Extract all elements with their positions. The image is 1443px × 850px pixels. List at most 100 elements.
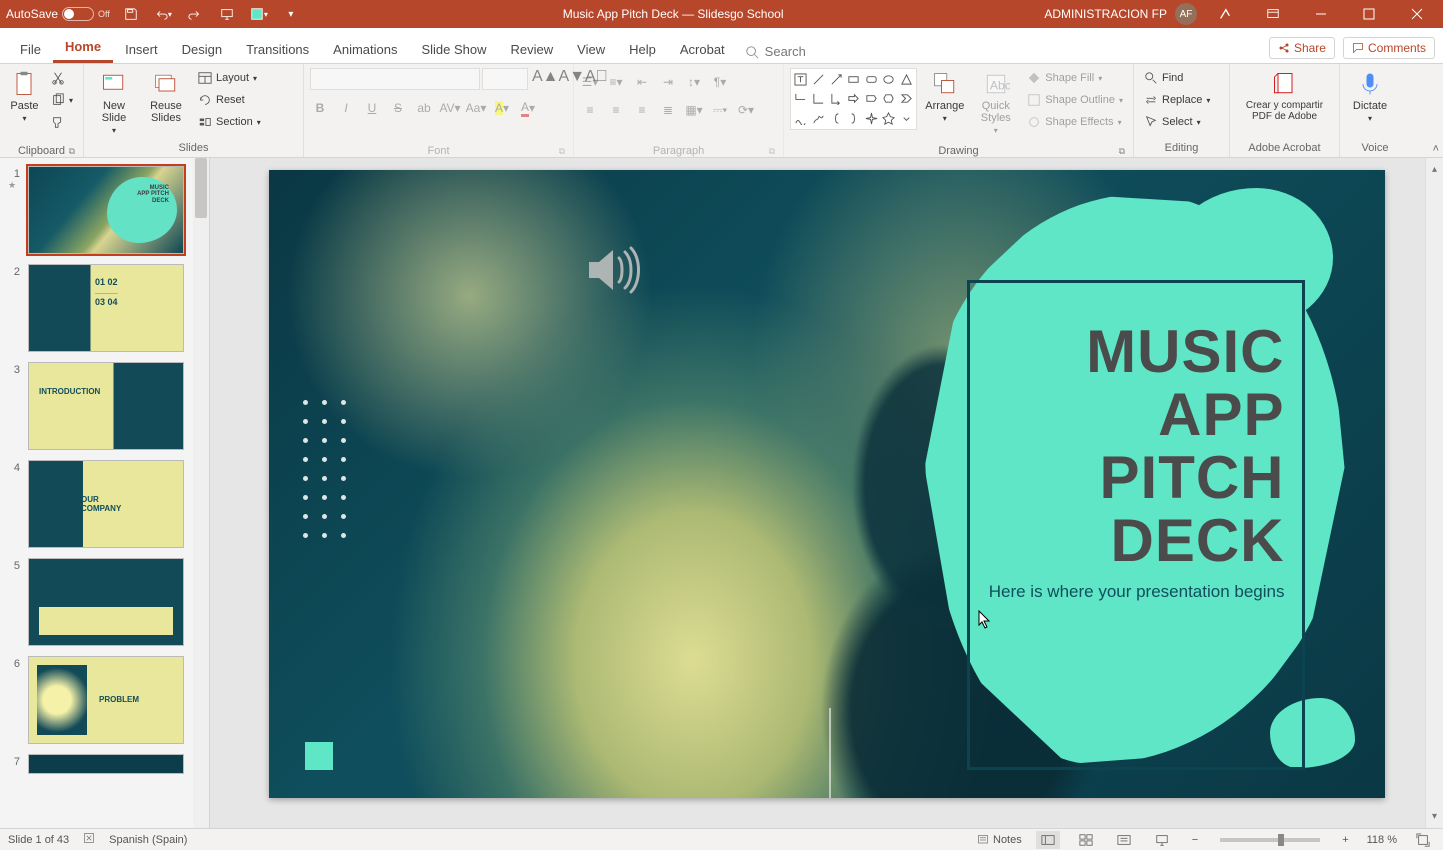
- tab-file[interactable]: File: [8, 34, 53, 63]
- highlight-button[interactable]: A▾: [492, 98, 512, 118]
- shape-pentagon-icon[interactable]: [863, 90, 879, 107]
- sorter-view-button[interactable]: [1074, 831, 1098, 849]
- tab-transitions[interactable]: Transitions: [234, 34, 321, 63]
- decrease-indent-button[interactable]: ⇤: [632, 72, 652, 92]
- notes-button[interactable]: Notes: [977, 834, 1022, 846]
- undo-icon[interactable]: ▾: [152, 3, 174, 25]
- justify-button[interactable]: ≣: [658, 100, 678, 120]
- shape-chevron-icon[interactable]: [899, 90, 915, 107]
- thumbnail-slide-2[interactable]: 2 01 02────────03 04: [8, 264, 205, 352]
- reuse-slides-button[interactable]: Reuse Slides: [142, 68, 190, 136]
- find-button[interactable]: Find: [1140, 68, 1214, 88]
- align-right-button[interactable]: ≡: [632, 100, 652, 120]
- thumbnail-slide-3[interactable]: 3 INTRODUCTION: [8, 362, 205, 450]
- thumbnail-scrollbar[interactable]: [193, 158, 209, 828]
- columns-button[interactable]: ▦▾: [684, 100, 704, 120]
- shape-star4-icon[interactable]: [863, 110, 879, 127]
- coming-soon-icon[interactable]: [1205, 0, 1245, 28]
- minimize-icon[interactable]: [1301, 0, 1341, 28]
- account-name[interactable]: ADMINISTRACION FP: [1044, 7, 1167, 21]
- maximize-icon[interactable]: [1349, 0, 1389, 28]
- thumbnail-slide-6[interactable]: 6 PROBLEM: [8, 656, 205, 744]
- decrease-font-icon[interactable]: A▼: [559, 68, 586, 90]
- collapse-ribbon-icon[interactable]: ˄: [1433, 143, 1439, 155]
- thumbnail-slide-7[interactable]: 7: [8, 754, 205, 774]
- shape-brace-right-icon[interactable]: [846, 110, 862, 127]
- slide-canvas-area[interactable]: MUSIC APP PITCH DECK Here is where your …: [210, 158, 1443, 828]
- font-launcher-icon[interactable]: ⧉: [559, 146, 565, 157]
- shape-elbow-icon[interactable]: [811, 90, 827, 107]
- bullets-button[interactable]: ☰▾: [580, 72, 600, 92]
- accessibility-icon[interactable]: [83, 832, 95, 847]
- close-icon[interactable]: [1397, 0, 1437, 28]
- bold-button[interactable]: B: [310, 98, 330, 118]
- zoom-in-button[interactable]: +: [1338, 834, 1352, 846]
- tab-acrobat[interactable]: Acrobat: [668, 34, 737, 63]
- shape-outline-button[interactable]: Shape Outline▾: [1023, 90, 1127, 110]
- tab-slideshow[interactable]: Slide Show: [409, 34, 498, 63]
- shape-oval-icon[interactable]: [881, 71, 897, 88]
- align-center-button[interactable]: ≡: [606, 100, 626, 120]
- thumbnail-slide-4[interactable]: 4 OURCOMPANY: [8, 460, 205, 548]
- shape-effects-button[interactable]: Shape Effects▾: [1023, 112, 1127, 132]
- paragraph-launcher-icon[interactable]: ⧉: [769, 146, 775, 157]
- font-family-combo[interactable]: [310, 68, 480, 90]
- replace-button[interactable]: Replace▾: [1140, 90, 1214, 110]
- shape-arrow-icon[interactable]: [828, 71, 844, 88]
- font-color-button[interactable]: A▾: [518, 98, 538, 118]
- align-text-button[interactable]: ⎓▾: [710, 100, 730, 120]
- shape-textbox-icon[interactable]: [793, 71, 809, 88]
- autosave-switch[interactable]: [62, 7, 94, 21]
- present-from-start-icon[interactable]: [216, 3, 238, 25]
- slide-counter[interactable]: Slide 1 of 43: [8, 834, 69, 846]
- reading-view-button[interactable]: [1112, 831, 1136, 849]
- dictate-button[interactable]: Dictate▾: [1346, 68, 1394, 136]
- numbering-button[interactable]: ≡▾: [606, 72, 626, 92]
- shape-brace-left-icon[interactable]: [828, 110, 844, 127]
- shape-curve-icon[interactable]: [793, 110, 809, 127]
- line-spacing-button[interactable]: ↕▾: [684, 72, 704, 92]
- create-pdf-button[interactable]: Crear y compartir PDF de Adobe: [1236, 68, 1333, 136]
- strikethrough-button[interactable]: S: [388, 98, 408, 118]
- scroll-down-icon[interactable]: ▾: [1432, 809, 1437, 824]
- text-direction-button[interactable]: ¶▾: [710, 72, 730, 92]
- font-size-combo[interactable]: [482, 68, 528, 90]
- shape-star5-icon[interactable]: [881, 110, 897, 127]
- change-case-button[interactable]: Aa▾: [466, 98, 486, 118]
- clipboard-launcher-icon[interactable]: ⧉: [69, 146, 75, 157]
- slide-title[interactable]: MUSIC APP PITCH DECK: [985, 320, 1285, 572]
- section-button[interactable]: Section▾: [194, 112, 265, 132]
- shape-freeform-icon[interactable]: [811, 110, 827, 127]
- tab-design[interactable]: Design: [170, 34, 234, 63]
- slideshow-view-button[interactable]: [1150, 831, 1174, 849]
- zoom-level[interactable]: 118 %: [1367, 834, 1397, 846]
- format-painter-button[interactable]: [47, 112, 77, 132]
- drawing-launcher-icon[interactable]: ⧉: [1119, 146, 1125, 157]
- underline-button[interactable]: U: [362, 98, 382, 118]
- tab-insert[interactable]: Insert: [113, 34, 170, 63]
- shapes-gallery[interactable]: [790, 68, 917, 130]
- thumbnail-slide-1[interactable]: 1★ MUSICAPP PITCHDECK: [8, 166, 205, 254]
- quick-styles-button[interactable]: Abc Quick Styles▾: [972, 68, 1019, 136]
- zoom-slider[interactable]: [1220, 838, 1320, 842]
- smartart-button[interactable]: ⟳▾: [736, 100, 756, 120]
- shape-fill-button[interactable]: Shape Fill▾: [1023, 68, 1127, 88]
- layout-button[interactable]: Layout▾: [194, 68, 265, 88]
- shape-rect-icon[interactable]: [846, 71, 862, 88]
- shape-roundrect-icon[interactable]: [863, 71, 879, 88]
- share-button[interactable]: Share: [1269, 37, 1335, 59]
- copy-button[interactable]: ▾: [47, 90, 77, 110]
- select-button[interactable]: Select▾: [1140, 112, 1214, 132]
- italic-button[interactable]: I: [336, 98, 356, 118]
- slide-subtitle[interactable]: Here is where your presentation begins: [965, 582, 1285, 602]
- theme-swatch-icon[interactable]: ▾: [248, 3, 270, 25]
- shape-line-icon[interactable]: [811, 71, 827, 88]
- tab-animations[interactable]: Animations: [321, 34, 409, 63]
- shapes-more-icon[interactable]: [899, 110, 915, 127]
- normal-view-button[interactable]: [1036, 831, 1060, 849]
- thumbnail-slide-5[interactable]: 5: [8, 558, 205, 646]
- autosave-toggle[interactable]: AutoSave Off: [6, 7, 110, 21]
- reset-button[interactable]: Reset: [194, 90, 265, 110]
- zoom-out-button[interactable]: −: [1188, 834, 1202, 846]
- ribbon-display-icon[interactable]: [1253, 0, 1293, 28]
